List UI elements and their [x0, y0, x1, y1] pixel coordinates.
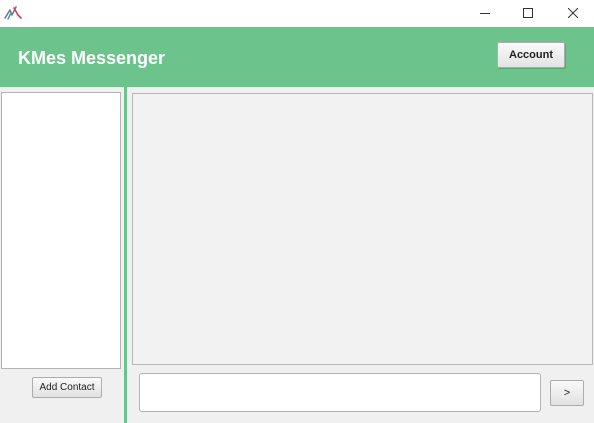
send-button[interactable]: >	[550, 380, 584, 406]
lightning-app-icon	[4, 5, 22, 21]
app-header: KMes Messenger Account	[0, 27, 594, 87]
maximize-button[interactable]	[505, 0, 551, 27]
close-button[interactable]	[550, 0, 594, 27]
message-history[interactable]	[132, 93, 593, 365]
minimize-icon	[480, 5, 490, 23]
message-input[interactable]	[139, 373, 541, 412]
messenger-window: KMes Messenger Account Add Contact >	[0, 0, 594, 423]
title-bar	[0, 0, 594, 27]
add-contact-button[interactable]: Add Contact	[32, 377, 102, 398]
close-icon	[567, 5, 579, 23]
account-button[interactable]: Account	[497, 42, 565, 68]
panel-divider	[124, 87, 127, 423]
minimize-button[interactable]	[462, 0, 508, 27]
app-title: KMes Messenger	[18, 48, 166, 68]
maximize-icon	[523, 5, 533, 23]
contact-list[interactable]	[1, 92, 121, 369]
